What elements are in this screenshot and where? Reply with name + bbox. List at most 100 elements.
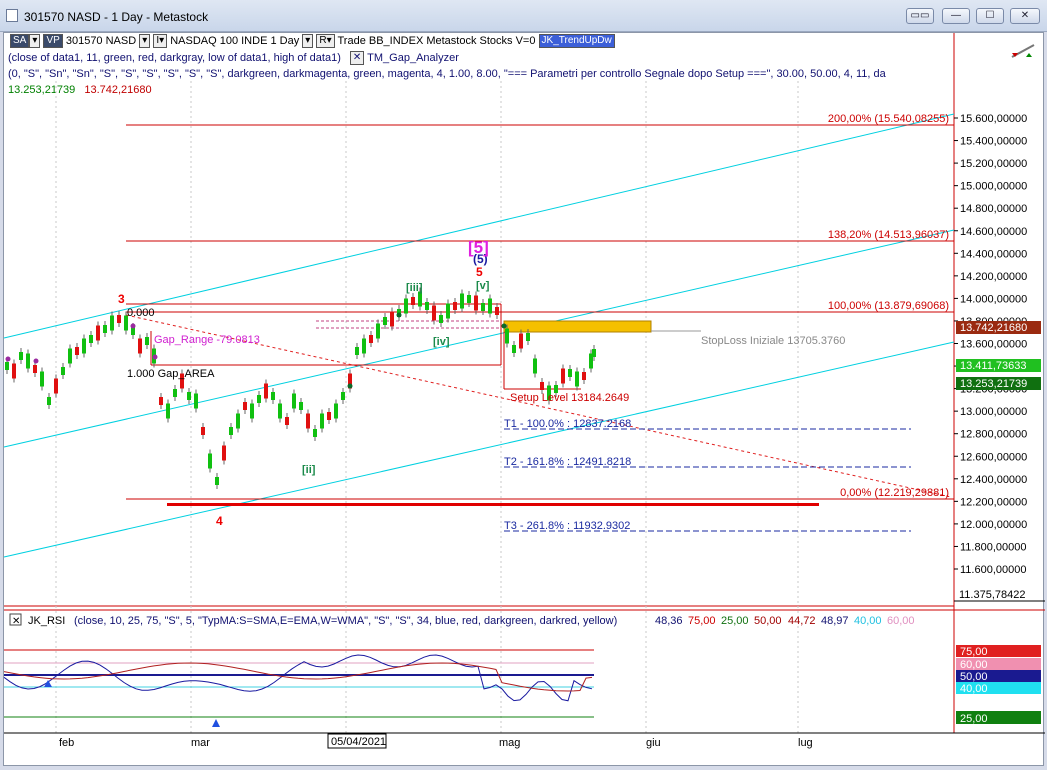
price-tick: 13.000,00000 [960, 406, 1027, 418]
candle [411, 297, 415, 305]
candle [19, 352, 23, 360]
signal-dot [152, 354, 158, 360]
fib-200-label: 200,00% (15.540,08255) [828, 113, 949, 125]
chart-window: SA ▾ VP 301570 NASD ▾ I▾ NASDAQ 100 INDE … [3, 32, 1045, 766]
candle [117, 315, 121, 323]
candle [89, 335, 93, 343]
rsi-v5: 44,72 [788, 615, 816, 627]
candle [505, 328, 509, 344]
rsi-close-icon: ✕ [12, 616, 20, 627]
candle [194, 393, 198, 409]
candle [110, 315, 114, 331]
time-label-cursor: 05/04/2021 [331, 736, 386, 748]
price-tick: 14.000,00000 [960, 293, 1027, 305]
price-axis-ticks: 15.600,00000 15.400,00000 15.200,00000 15.0… [954, 113, 1027, 576]
candle [512, 345, 516, 353]
rsi-v2: 75,00 [688, 615, 716, 627]
candle [5, 362, 9, 370]
candle [250, 403, 254, 419]
candle [61, 367, 65, 375]
gap-area-label: 1.000 Gap_AREA [127, 368, 215, 380]
price-tick: 15.200,00000 [960, 158, 1027, 170]
price-tick: 12.200,00000 [960, 496, 1027, 508]
candle [299, 402, 303, 410]
signal-dot [130, 323, 136, 329]
rsi-v3: 25,00 [721, 615, 749, 627]
price-tick: 15.000,00000 [960, 181, 1027, 193]
candle [327, 412, 331, 420]
t2-label: T2 - 161.8% : 12491.8218 [504, 456, 631, 468]
time-label-lug: lug [798, 737, 813, 749]
candle [425, 302, 429, 310]
price-tick: 13.600,00000 [960, 339, 1027, 351]
price-tick: 11.800,00000 [960, 541, 1026, 553]
candle [75, 347, 79, 355]
candle [166, 403, 170, 419]
candle [54, 378, 58, 394]
price-tick: 12.000,00000 [960, 519, 1027, 531]
candle [68, 348, 72, 364]
candle [383, 317, 387, 325]
candle [26, 353, 30, 369]
price-tick: 14.400,00000 [960, 248, 1027, 260]
candle [334, 403, 338, 419]
rsi-axis-60: 60,00 [960, 659, 988, 671]
wave-iv-label: [iv] [433, 336, 450, 348]
rsi-axis-50: 50,00 [960, 671, 988, 683]
candle [369, 335, 373, 343]
rsi-v7: 40,00 [854, 615, 882, 627]
candle [355, 347, 359, 355]
candle [390, 311, 394, 327]
time-label-mag: mag [499, 737, 520, 749]
gap-range-label: Gap_Range -79.0813 [154, 334, 260, 346]
wave-3-label: 3 [118, 292, 125, 306]
candle [82, 338, 86, 354]
signal-dot [33, 358, 39, 364]
price-tick: 15.600,00000 [960, 113, 1027, 125]
rsi-v6: 48,97 [821, 615, 849, 627]
candle [320, 413, 324, 429]
time-label-feb: feb [59, 737, 74, 749]
price-badge-red-text: 13.742,21680 [960, 322, 1027, 334]
price-tick: 14.800,00000 [960, 203, 1027, 215]
candle [474, 295, 478, 311]
candle [201, 427, 205, 435]
candle [145, 337, 149, 345]
candle [264, 383, 268, 399]
candle [285, 417, 289, 425]
candle [533, 358, 537, 374]
rsi-name: JK_RSI [28, 615, 65, 627]
candle [488, 298, 492, 314]
price-tick: 12.400,00000 [960, 474, 1027, 486]
candle [526, 333, 530, 341]
fib-0-label: 0,00% (12.219,29881) [840, 487, 949, 499]
candle [481, 303, 485, 311]
signal-dot [501, 323, 507, 329]
wave-5c-label: [5] [468, 238, 489, 257]
price-chart[interactable]: 15.600,00000 15.400,00000 15.200,00000 15.0… [1, 1, 1047, 770]
candle [138, 338, 142, 354]
candle [229, 427, 233, 435]
signal-dot [396, 312, 402, 318]
candle [561, 368, 565, 384]
rsi-params: (close, 10, 25, 75, "S", 5, "TypMA:S=SMA… [74, 615, 617, 627]
stoploss-label: StopLoss Iniziale 13705.3760 [701, 335, 845, 347]
candle [313, 429, 317, 437]
candle [519, 333, 523, 349]
signal-dot [5, 356, 11, 362]
candle [243, 402, 247, 410]
price-tick: 12.600,00000 [960, 451, 1027, 463]
candle [33, 365, 37, 373]
support-bar [167, 503, 819, 506]
price-tick: 15.400,00000 [960, 136, 1027, 148]
price-tick: 14.600,00000 [960, 226, 1027, 238]
candle [582, 372, 586, 380]
candle [446, 303, 450, 319]
candle [222, 445, 226, 461]
candle [215, 477, 219, 485]
fib-138-label: 138,20% (14.513,96037) [828, 229, 949, 241]
candle [404, 298, 408, 314]
candle [439, 315, 443, 323]
candle [208, 453, 212, 469]
fib-100-label: 100,00% (13.879,69068) [828, 300, 949, 312]
